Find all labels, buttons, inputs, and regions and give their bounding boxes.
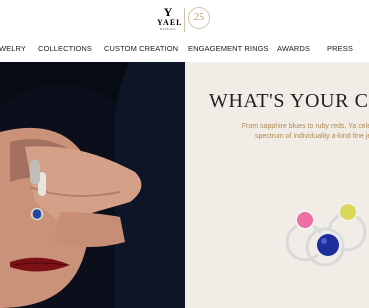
nav-item-engagement-rings[interactable]: ENGAGEMENT RINGS: [188, 44, 269, 53]
brand-logo[interactable]: Y YAEL DESIGNS 25: [157, 5, 213, 33]
anniversary-badge: 25: [188, 7, 210, 29]
nav-item-jewelry[interactable]: JEWELRY: [0, 44, 26, 53]
logo-divider: [184, 8, 185, 32]
hero-banner: WHAT'S YOUR C From sapphire blues to rub…: [0, 62, 369, 308]
hero-text-panel: WHAT'S YOUR C From sapphire blues to rub…: [185, 62, 369, 308]
main-nav: JEWELRY COLLECTIONS CUSTOM CREATION ENGA…: [0, 44, 369, 56]
nav-item-collections[interactable]: COLLECTIONS: [38, 44, 92, 53]
site-header: Y YAEL DESIGNS 25 JEWELRY COLLECTIONS CU…: [0, 0, 369, 63]
logo-subtitle: DESIGNS: [159, 27, 177, 31]
nav-item-awards[interactable]: AWARDS: [277, 44, 310, 53]
nav-item-custom-creation[interactable]: CUSTOM CREATION: [104, 44, 178, 53]
logo-initial: Y: [163, 5, 173, 19]
gemstone-rings-image: [285, 202, 367, 267]
model-illustration: [0, 62, 185, 308]
logo-wordmark: Y YAEL DESIGNS: [157, 5, 183, 32]
logo-name: YAEL: [157, 18, 183, 27]
nav-item-press[interactable]: PRESS: [327, 44, 353, 53]
hero-model-photo: [0, 62, 185, 308]
